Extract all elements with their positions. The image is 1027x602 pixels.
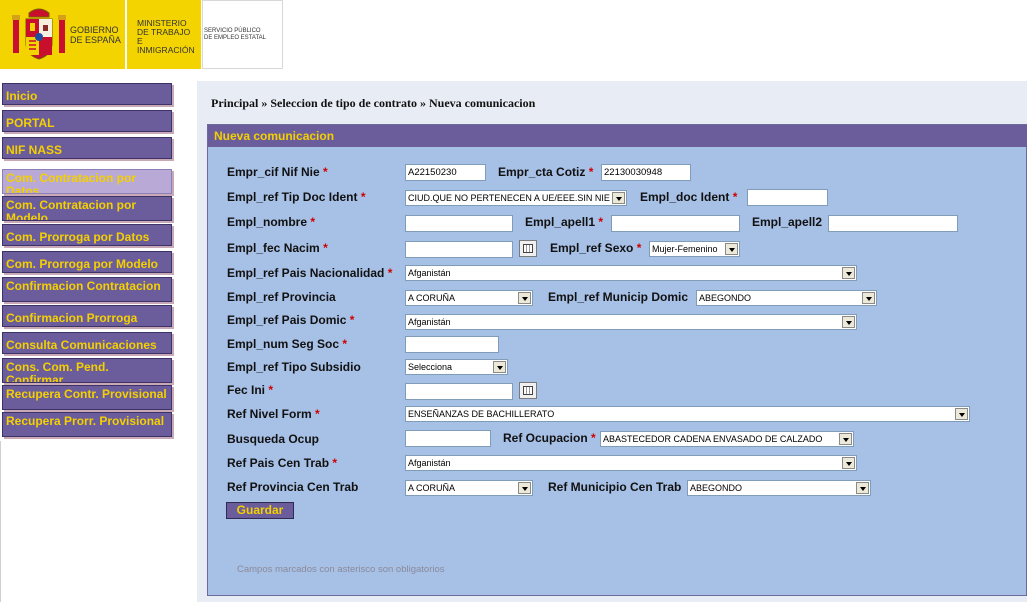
pais-nac-label: Empl_ref Pais Nacionalidad * <box>227 266 393 280</box>
chevron-down-icon[interactable] <box>725 243 738 255</box>
pais-domic-value: Afganistán <box>408 317 451 327</box>
sidebar-item-recupera-prorr[interactable]: Recupera Prorr. Provisional <box>2 412 172 437</box>
chevron-down-icon[interactable] <box>518 482 531 494</box>
pais-cen-value: Afganistán <box>408 458 451 468</box>
chevron-down-icon[interactable] <box>842 457 855 469</box>
provincia-select[interactable]: A CORUÑA <box>405 290 533 306</box>
sidebar-item-inicio[interactable]: Inicio <box>2 83 172 105</box>
fec-ini-label: Fec Ini * <box>227 383 274 397</box>
breadcrumb: Principal » Seleccion de tipo de contrat… <box>211 96 536 110</box>
apell1-input[interactable] <box>611 215 740 232</box>
munic-cen-select[interactable]: ABEGONDO <box>687 480 871 496</box>
prov-cen-select[interactable]: A CORUÑA <box>405 480 533 496</box>
tip-doc-select[interactable]: CIUD.QUE NO PERTENECEN A UE/EEE.SIN NIE <box>405 190 627 206</box>
chevron-down-icon[interactable] <box>955 408 968 420</box>
sexo-label: Empl_ref Sexo * <box>550 241 642 255</box>
ocupacion-label: Ref Ocupacion * <box>503 431 596 445</box>
ministerio-text: MINISTERIO DE TRABAJO E INMIGRACIÓN <box>137 18 195 55</box>
ocupacion-select[interactable]: ABASTECEDOR CADENA ENVASADO DE CALZADO <box>600 431 854 447</box>
sidebar-item-com-prorroga-modelo[interactable]: Com. Prorroga por Modelo <box>2 251 172 273</box>
subsidio-select[interactable]: Selecciona <box>405 359 508 375</box>
doc-ident-label: Empl_doc Ident * <box>640 190 738 204</box>
munic-cen-value: ABEGONDO <box>690 483 743 493</box>
busq-ocup-label: Busqueda Ocup <box>227 432 320 446</box>
calendar-icon[interactable] <box>519 240 537 257</box>
sidebar-item-confirmacion-contratacion[interactable]: Confirmacion Contratacion <box>2 277 172 302</box>
site-header: GOBIERNO DE ESPAÑA MINISTERIO DE TRABAJO… <box>0 0 283 69</box>
servicio-text: SERVICIO PÚBLICO DE EMPLEO ESTATAL <box>204 28 267 41</box>
chevron-down-icon[interactable] <box>862 292 875 304</box>
nombre-input[interactable] <box>405 215 513 232</box>
empr-cif-input[interactable]: A22150230 <box>405 164 486 181</box>
ocupacion-value: ABASTECEDOR CADENA ENVASADO DE CALZADO <box>603 434 823 444</box>
required-fields-note: Campos marcados con asterisco son obliga… <box>237 564 445 575</box>
coat-of-arms-icon <box>12 8 66 60</box>
servicio-block: SERVICIO PÚBLICO DE EMPLEO ESTATAL <box>202 0 283 69</box>
sidebar-item-com-contratacion-datos[interactable]: Com. Contratacion por Datos <box>2 169 172 194</box>
chevron-down-icon[interactable] <box>842 267 855 279</box>
sidebar-item-com-prorroga-datos[interactable]: Com. Prorroga por Datos <box>2 224 172 246</box>
calendar-icon[interactable] <box>519 382 537 399</box>
sidebar-item-recupera-contr[interactable]: Recupera Contr. Provisional <box>2 385 172 410</box>
sexo-select[interactable]: Mujer-Femenino <box>649 241 740 257</box>
pais-cen-select[interactable]: Afganistán <box>405 455 857 471</box>
sidebar-item-consulta-comunicaciones[interactable]: Consulta Comunicaciones <box>2 332 172 354</box>
sidebar-item-com-contratacion-modelo[interactable]: Com. Contratacion por Modelo <box>2 196 172 221</box>
gobierno-logo-block: GOBIERNO DE ESPAÑA <box>0 0 125 69</box>
chevron-down-icon[interactable] <box>518 292 531 304</box>
pais-nac-value: Afganistán <box>408 268 451 278</box>
nivel-form-value: ENSEÑANZAS DE BACHILLERATO <box>408 409 555 419</box>
municip-value: ABEGONDO <box>699 293 752 303</box>
form-title: Nueva comunicacion <box>208 125 1027 147</box>
provincia-label: Empl_ref Provincia <box>227 290 336 304</box>
prov-cen-value: A CORUÑA <box>408 483 456 493</box>
apell1-label: Empl_apell1 * <box>525 215 604 229</box>
tip-doc-value: CIUD.QUE NO PERTENECEN A UE/EEE.SIN NIE <box>408 193 610 203</box>
empr-cta-label: Empr_cta Cotiz * <box>498 165 594 179</box>
empr-cta-input[interactable]: 22130030948 <box>601 164 691 181</box>
empr-cif-label: Empr_cif Nif Nie * <box>227 165 328 179</box>
nivel-form-select[interactable]: ENSEÑANZAS DE BACHILLERATO <box>405 406 970 422</box>
fec-nacim-label: Empl_fec Nacim * <box>227 241 328 255</box>
apell2-input[interactable] <box>828 215 958 232</box>
doc-ident-input[interactable] <box>747 189 828 206</box>
sidebar-item-portal[interactable]: PORTAL <box>2 110 172 132</box>
tip-doc-label: Empl_ref Tip Doc Ident * <box>227 190 366 204</box>
busq-ocup-input[interactable] <box>405 430 491 447</box>
munic-cen-label: Ref Municipio Cen Trab <box>548 480 682 494</box>
nombre-label: Empl_nombre * <box>227 215 316 229</box>
chevron-down-icon[interactable] <box>493 361 506 373</box>
pais-cen-label: Ref Pais Cen Trab * <box>227 456 338 470</box>
gobierno-text: GOBIERNO DE ESPAÑA <box>70 25 121 45</box>
provincia-value: A CORUÑA <box>408 293 456 303</box>
nivel-form-label: Ref Nivel Form * <box>227 407 320 421</box>
pais-domic-select[interactable]: Afganistán <box>405 314 857 330</box>
chevron-down-icon[interactable] <box>839 433 852 445</box>
municip-select[interactable]: ABEGONDO <box>696 290 877 306</box>
pais-domic-label: Empl_ref Pais Domic * <box>227 313 355 327</box>
seg-soc-input[interactable] <box>405 336 499 353</box>
save-button[interactable]: Guardar <box>226 502 294 519</box>
sidebar-item-cons-com-pend[interactable]: Cons. Com. Pend. Confirmar <box>2 358 172 383</box>
ministerio-block: MINISTERIO DE TRABAJO E INMIGRACIÓN <box>127 0 201 69</box>
subsidio-value: Selecciona <box>408 362 453 372</box>
chevron-down-icon[interactable] <box>842 316 855 328</box>
chevron-down-icon[interactable] <box>856 482 869 494</box>
fec-ini-input[interactable] <box>405 383 513 400</box>
seg-soc-label: Empl_num Seg Soc * <box>227 337 348 351</box>
prov-cen-label: Ref Provincia Cen Trab <box>227 480 359 494</box>
pais-nac-select[interactable]: Afganistán <box>405 265 857 281</box>
chevron-down-icon[interactable] <box>612 192 625 204</box>
apell2-label: Empl_apell2 <box>752 215 823 229</box>
municip-label: Empl_ref Municip Domic <box>548 290 689 304</box>
sexo-value: Mujer-Femenino <box>652 244 718 254</box>
subsidio-label: Empl_ref Tipo Subsidio <box>227 360 361 374</box>
sidebar-item-nif-nass[interactable]: NIF NASS <box>2 137 172 159</box>
fec-nacim-input[interactable] <box>405 241 513 258</box>
sidebar-item-confirmacion-prorroga[interactable]: Confirmacion Prorroga <box>2 305 172 327</box>
sidebar-divider <box>0 441 1 602</box>
